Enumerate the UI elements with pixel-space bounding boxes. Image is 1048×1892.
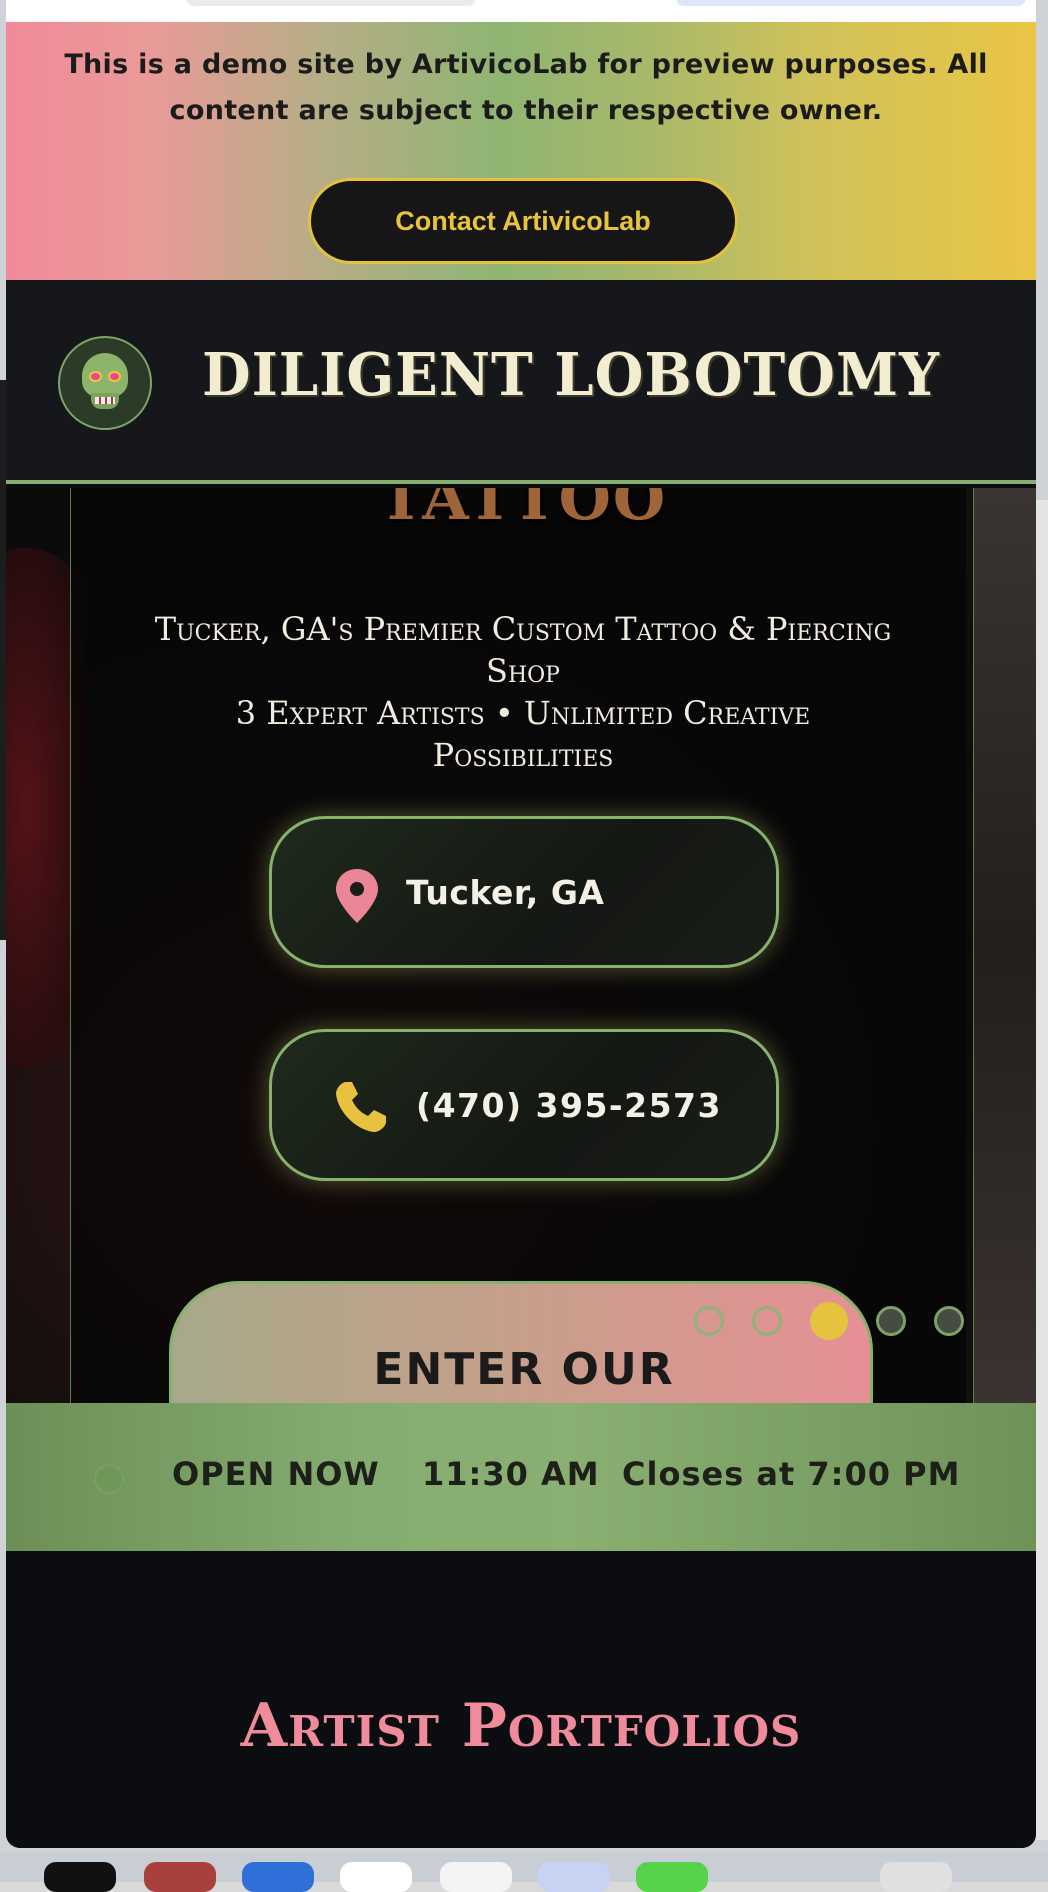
tagline-line-2: 3 Expert Artists • Unlimited Creative Po… — [235, 694, 811, 774]
carousel-dot[interactable] — [752, 1306, 782, 1336]
section-title: Artist Portfolios — [240, 1691, 802, 1761]
contact-artivicolab-button[interactable]: Contact ArtivicoLab — [308, 178, 738, 264]
tagline-line-1: Tucker, GA's Premier Custom Tattoo & Pie… — [154, 610, 892, 690]
demo-notice-banner: This is a demo site by ArtivicoLab for p… — [6, 22, 1036, 280]
open-status: OPEN NOW — [172, 1455, 380, 1493]
artist-portfolios-section: Artist Portfolios — [6, 1551, 1036, 1848]
current-time: 11:30 AM — [422, 1455, 600, 1493]
skull-icon — [82, 353, 128, 413]
status-indicator-dot — [94, 1464, 124, 1494]
browser-viewport: This is a demo site by ArtivicoLab for p… — [6, 0, 1036, 1848]
dock-app-icon[interactable] — [440, 1862, 512, 1892]
phone-label: (470) 395-2573 — [416, 1086, 722, 1125]
hero-section: TATTOO Tucker, GA's Premier Custom Tatto… — [6, 488, 1036, 1404]
demo-notice-text: This is a demo site by ArtivicoLab for p… — [64, 49, 988, 126]
background-window-edge — [1036, 500, 1048, 1840]
location-label: Tucker, GA — [406, 873, 605, 912]
enter-button-label: ENTER OUR — [373, 1344, 675, 1395]
closing-time: Closes at 7:00 PM — [622, 1455, 961, 1493]
carousel-dot[interactable] — [694, 1306, 724, 1336]
carousel-dot-active[interactable] — [810, 1302, 848, 1340]
dock-app-icon[interactable] — [636, 1862, 708, 1892]
site-header: DILIGENT LOBOTOMY — [6, 280, 1036, 484]
dock-app-icon[interactable] — [340, 1862, 412, 1892]
browser-tab[interactable] — [186, 0, 476, 6]
carousel-dot[interactable] — [876, 1306, 906, 1336]
brand-name[interactable]: DILIGENT LOBOTOMY — [202, 340, 940, 409]
enter-studio-button[interactable]: ENTER OUR — [169, 1281, 873, 1404]
dock-app-icon[interactable] — [880, 1862, 952, 1892]
dock-app-icon[interactable] — [44, 1862, 116, 1892]
site-logo[interactable] — [58, 336, 152, 430]
hero-tagline: Tucker, GA's Premier Custom Tattoo & Pie… — [151, 608, 895, 776]
desktop-backdrop: This is a demo site by ArtivicoLab for p… — [0, 0, 1048, 1892]
carousel-dot[interactable] — [934, 1306, 964, 1336]
dock-app-icon[interactable] — [538, 1862, 610, 1892]
hero-content-panel: TATTOO Tucker, GA's Premier Custom Tatto… — [70, 488, 974, 1404]
map-pin-icon — [336, 869, 378, 923]
phone-button[interactable]: (470) 395-2573 — [269, 1029, 779, 1181]
browser-toolbar — [6, 0, 1036, 22]
hero-heading-fragment: TATTOO — [378, 488, 668, 534]
dock-app-icon[interactable] — [242, 1862, 314, 1892]
business-hours-bar: OPEN NOW 11:30 AM Closes at 7:00 PM — [6, 1403, 1036, 1551]
address-bar[interactable] — [676, 0, 1026, 6]
carousel-indicators — [694, 1302, 964, 1340]
dock-app-icon[interactable] — [144, 1862, 216, 1892]
desktop-dock — [0, 1852, 1048, 1892]
hero-background-image — [966, 488, 1036, 1404]
phone-icon — [336, 1082, 386, 1132]
location-button[interactable]: Tucker, GA — [269, 816, 779, 968]
